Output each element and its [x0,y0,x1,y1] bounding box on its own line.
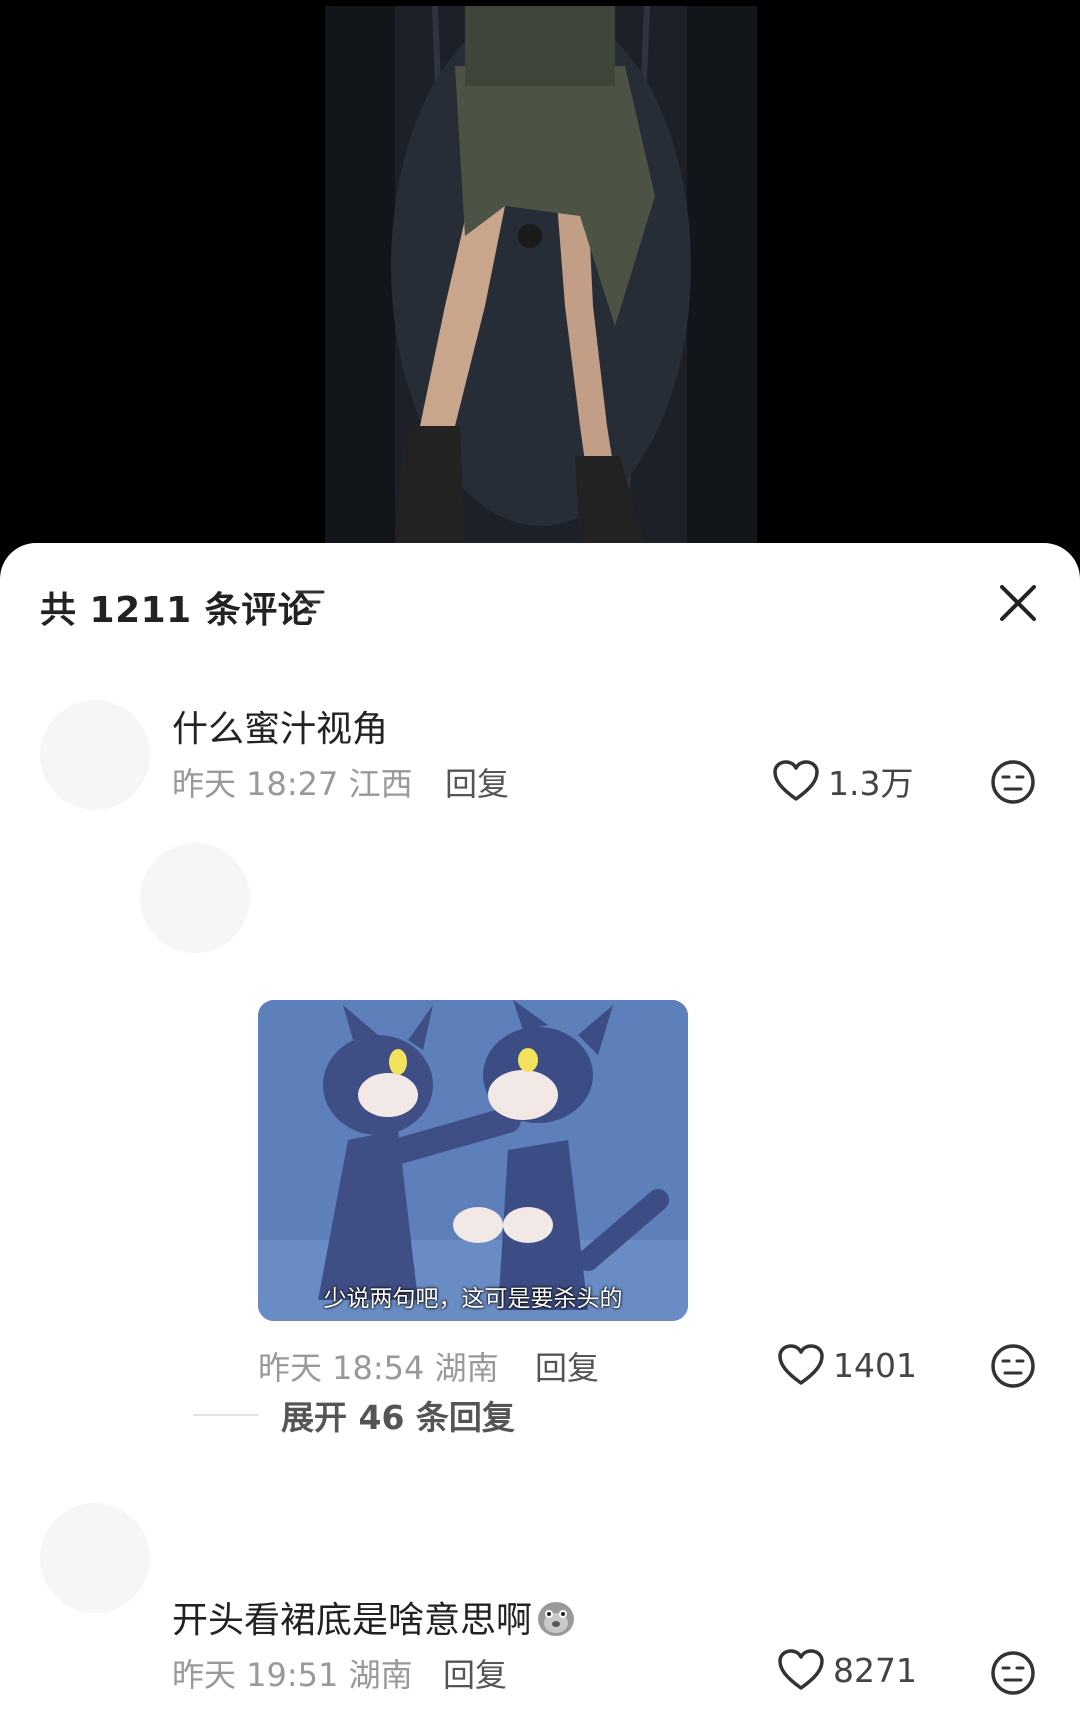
tom-cat-meme-image [258,1000,688,1321]
sheet-header: 共 1211 条评论 [0,543,1080,663]
reply-button[interactable]: 回复 [535,1343,599,1389]
comment-text-content: 开头看裙底是啥意思啊 [172,1600,533,1641]
expand-divider [193,1414,259,1416]
reply-button[interactable]: 回复 [445,759,509,805]
video-thumbnail-figure [325,6,757,545]
comment-sheet: 共 1211 条评论 什么蜜汁视角 昨天 18:27 江西 回复 1.3万 少说… [0,543,1080,1727]
like-count: 1.3万 [828,764,914,803]
like-button[interactable]: 1401 [777,1343,917,1387]
avatar[interactable] [40,700,150,810]
reply-button[interactable]: 回复 [443,1650,507,1696]
expand-replies-label: 展开 46 条回复 [281,1398,515,1437]
video-frame [325,6,757,545]
neutral-face-icon[interactable] [990,1650,1036,1696]
neutral-face-icon[interactable] [990,759,1036,805]
comment-meta: 昨天 19:51 湖南 [172,1656,413,1694]
sort-icon[interactable] [294,587,326,617]
avatar[interactable] [40,1503,150,1613]
close-icon[interactable] [996,581,1040,625]
like-count: 8271 [833,1650,917,1690]
comment-meta: 昨天 18:27 江西 [172,765,413,803]
image-subtitle: 少说两句吧，这可是要杀头的 [323,1286,623,1312]
avatar[interactable] [140,843,250,953]
comment-text: 什么蜜汁视角 [172,709,389,750]
comment-count-title: 共 1211 条评论 [40,590,315,631]
neutral-face-icon[interactable] [990,1343,1036,1389]
like-button[interactable]: 8271 [777,1648,917,1692]
heart-icon [778,1649,824,1690]
comment-text: 开头看裙底是啥意思啊 [172,1591,578,1643]
video-area[interactable] [0,0,1080,545]
heart-icon [773,760,819,801]
pigeon-emoji-icon [538,1602,575,1636]
like-button[interactable]: 1.3万 [772,757,913,805]
comment-meta: 昨天 18:54 湖南 [258,1349,499,1387]
heart-icon [778,1344,824,1385]
like-count: 1401 [833,1345,917,1385]
comment-image[interactable]: 少说两句吧，这可是要杀头的 [258,1000,688,1321]
expand-replies-button[interactable]: 展开 46 条回复 [193,1391,515,1439]
